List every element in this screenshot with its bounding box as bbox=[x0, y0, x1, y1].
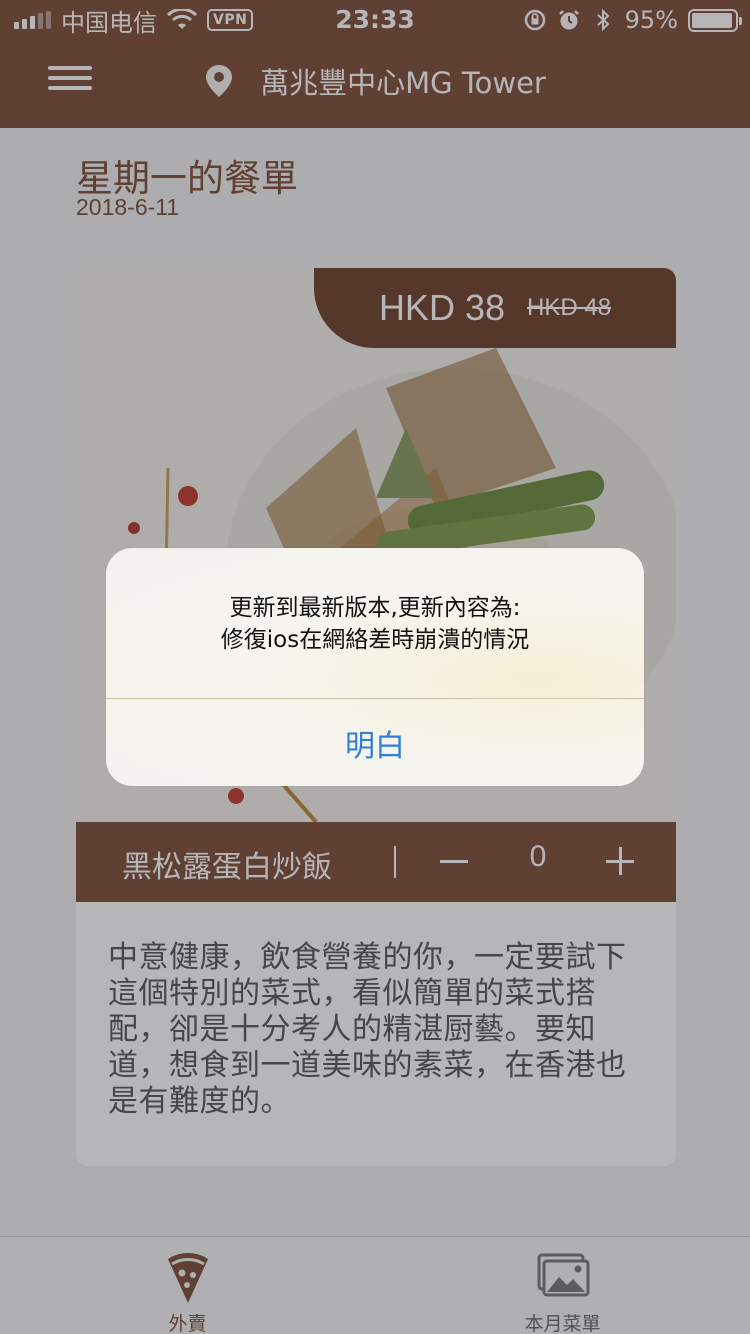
alert-message-line-2: 修復ios在網絡差時崩潰的情況 bbox=[220, 627, 530, 653]
alert-message: 更新到最新版本,更新內容為: 修復ios在網絡差時崩潰的情況 bbox=[126, 592, 624, 656]
alert-message-line-1: 更新到最新版本,更新內容為: bbox=[229, 595, 521, 621]
update-alert-dialog: 更新到最新版本,更新內容為: 修復ios在網絡差時崩潰的情況 明白 bbox=[106, 548, 644, 786]
alert-ok-button[interactable]: 明白 bbox=[106, 699, 644, 786]
